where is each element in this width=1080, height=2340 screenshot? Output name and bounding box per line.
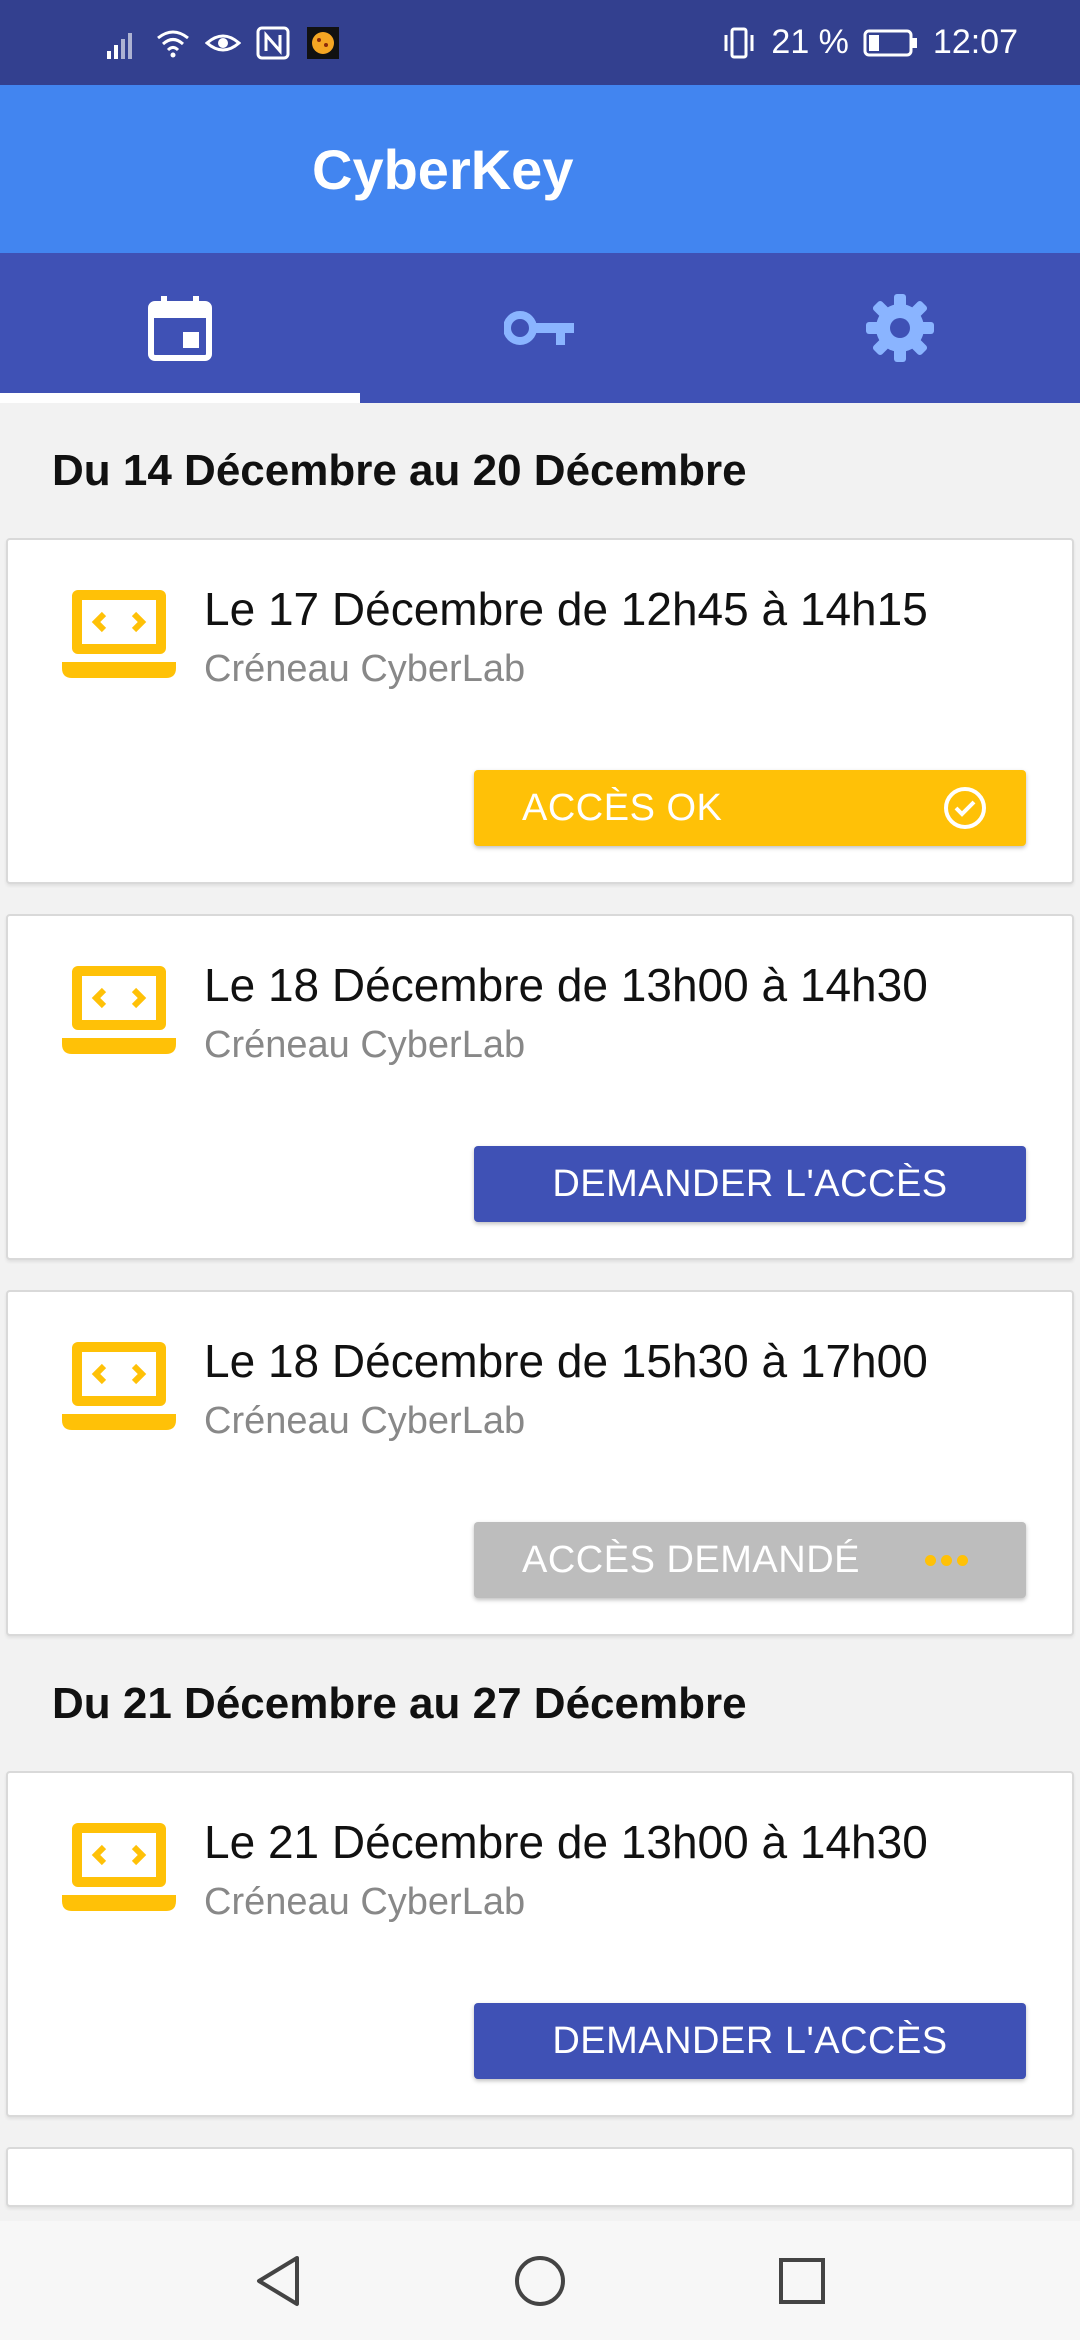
vibrate-icon	[724, 27, 754, 58]
slot-title: Le 17 Décembre de 12h45 à 14h15	[204, 583, 928, 635]
slot-subtitle: Créneau CyberLab	[204, 1400, 526, 1442]
slot-card[interactable]: Le 21 Décembre de 13h00 à 14h30 Créneau …	[6, 1771, 1074, 2117]
request-access-button[interactable]: DEMANDER L'ACCÈS	[474, 2003, 1026, 2079]
button-label: ACCÈS OK	[522, 786, 723, 829]
slot-card[interactable]: Le 18 Décembre de 15h30 à 17h00 Créneau …	[6, 1290, 1074, 1636]
tab-settings[interactable]	[720, 253, 1080, 403]
laptop-code-icon	[62, 1823, 176, 1911]
eye-icon	[205, 34, 241, 51]
slot-card-partial[interactable]	[6, 2147, 1074, 2207]
button-label: ACCÈS DEMANDÉ	[522, 1538, 860, 1581]
tab-bar	[0, 253, 1080, 403]
laptop-code-icon	[62, 590, 176, 678]
battery-icon	[863, 29, 917, 56]
battery-percentage: 21 %	[771, 23, 849, 61]
laptop-code-icon	[62, 1342, 176, 1430]
access-ok-button[interactable]: ACCÈS OK	[474, 770, 1026, 846]
slot-card[interactable]: Le 17 Décembre de 12h45 à 14h15 Créneau …	[6, 538, 1074, 884]
slot-title: Le 18 Décembre de 15h30 à 17h00	[204, 1335, 928, 1387]
system-nav-bar	[0, 2221, 1080, 2340]
access-requested-button[interactable]: ACCÈS DEMANDÉ	[474, 1522, 1026, 1598]
tab-key[interactable]	[360, 253, 720, 403]
slot-subtitle: Créneau CyberLab	[204, 648, 526, 690]
check-circle-icon	[944, 787, 986, 829]
pending-dots-icon	[925, 1554, 968, 1566]
home-icon[interactable]	[513, 2254, 567, 2308]
nfc-icon	[256, 26, 290, 59]
slot-subtitle: Créneau CyberLab	[204, 1881, 526, 1923]
laptop-code-icon	[62, 966, 176, 1054]
clock: 12:07	[932, 23, 1018, 61]
slot-list[interactable]: Du 14 Décembre au 20 Décembre Le 17 Déce…	[0, 403, 1080, 2221]
app-notification-icon	[307, 26, 339, 59]
gear-icon	[866, 294, 934, 362]
slot-card[interactable]: Le 18 Décembre de 13h00 à 14h30 Créneau …	[6, 914, 1074, 1260]
key-icon	[504, 311, 574, 345]
back-icon[interactable]	[253, 2254, 303, 2308]
slot-subtitle: Créneau CyberLab	[204, 1024, 526, 1066]
calendar-icon	[148, 296, 212, 361]
button-label: DEMANDER L'ACCÈS	[552, 1162, 948, 1205]
request-access-button[interactable]: DEMANDER L'ACCÈS	[474, 1146, 1026, 1222]
app-title: CyberKey	[312, 137, 574, 201]
wifi-icon	[157, 30, 189, 57]
status-icons-left	[105, 25, 341, 61]
app-bar: CyberKey	[0, 85, 1080, 253]
slot-title: Le 21 Décembre de 13h00 à 14h30	[204, 1816, 928, 1868]
status-bar: 21 % 12:07	[0, 0, 1080, 85]
recents-icon[interactable]	[777, 2256, 827, 2306]
status-icons-right: 21 % 12:07	[721, 23, 1018, 62]
week-header: Du 21 Décembre au 27 Décembre	[52, 1678, 747, 1728]
signal-icon	[107, 32, 132, 59]
week-header: Du 14 Décembre au 20 Décembre	[52, 445, 747, 495]
slot-title: Le 18 Décembre de 13h00 à 14h30	[204, 959, 928, 1011]
tab-calendar[interactable]	[0, 253, 360, 403]
button-label: DEMANDER L'ACCÈS	[552, 2019, 948, 2062]
